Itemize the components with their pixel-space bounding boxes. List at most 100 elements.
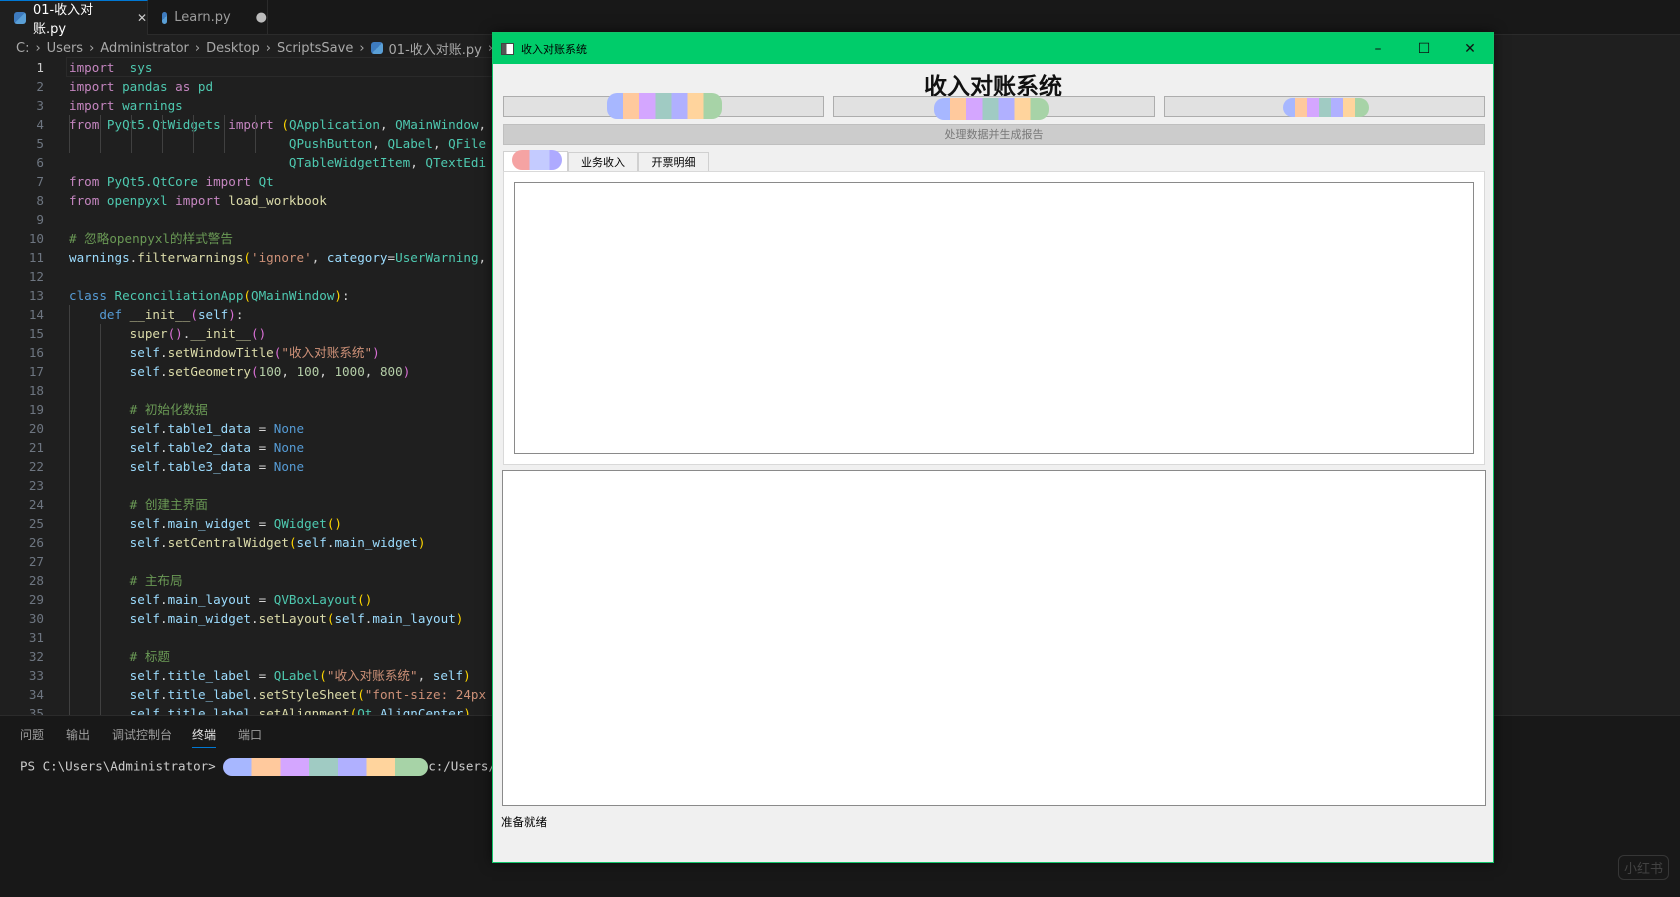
log-text-edit[interactable] <box>502 470 1486 806</box>
line-number: 20 <box>28 421 44 436</box>
code-token: "font-size: 24px <box>364 687 487 702</box>
breadcrumb-item[interactable]: 01-收入对账.py <box>389 39 482 58</box>
code-token: "收入对账系统" <box>281 345 373 360</box>
load-file-button-3[interactable] <box>1164 96 1485 117</box>
code-line[interactable]: from openpyxl import load_workbook <box>69 191 327 210</box>
process-report-button[interactable]: 处理数据并生成报告 <box>503 124 1485 145</box>
code-token: , <box>364 364 380 379</box>
code-line[interactable]: # 标题 <box>69 647 170 666</box>
breadcrumb-item[interactable]: Administrator <box>100 41 189 56</box>
code-line[interactable]: self.main_widget.setLayout(self.main_lay… <box>69 609 464 628</box>
unsaved-dot-icon[interactable]: ● <box>256 10 267 25</box>
code-token: : <box>235 307 244 322</box>
code-token: __init__ <box>190 326 252 341</box>
code-line[interactable]: self.table3_data = None <box>69 457 304 476</box>
code-token: : <box>342 288 350 303</box>
maximize-button[interactable]: ☐ <box>1401 33 1447 64</box>
line-number: 2 <box>36 79 44 94</box>
panel-tab[interactable]: 输出 <box>66 726 90 748</box>
code-token: main_layout <box>167 592 252 607</box>
code-token: () <box>326 516 343 531</box>
code-token: = <box>251 668 274 683</box>
code-token: self <box>129 592 161 607</box>
code-line[interactable]: self.title_label.setStyleSheet("font-siz… <box>69 685 486 704</box>
code-editor[interactable]: 1 import sys 2 import pandas as pd 3 import w… <box>0 57 492 715</box>
code-line[interactable]: # 主布局 <box>69 571 183 590</box>
code-line[interactable]: self.setCentralWidget(self.main_widget) <box>69 533 426 552</box>
code-line[interactable]: # 忽略openpyxl的样式警告 <box>69 229 233 248</box>
line-number: 21 <box>28 440 44 455</box>
code-line[interactable]: self.title_label.setAlignment(Qt.AlignCe… <box>69 704 471 715</box>
data-table[interactable] <box>514 182 1474 454</box>
editor-tab-learn[interactable]: Learn.py ● <box>148 0 268 35</box>
code-line[interactable]: QTableWidgetItem, QTextEdi <box>69 153 486 172</box>
code-token: self <box>432 668 464 683</box>
code-token: setWindowTitle <box>167 345 274 360</box>
close-icon[interactable]: ✕ <box>137 11 147 25</box>
code-line[interactable]: self.table1_data = None <box>69 419 304 438</box>
breadcrumb-item[interactable]: C: <box>16 41 29 56</box>
code-line[interactable]: # 创建主界面 <box>69 495 208 514</box>
code-line[interactable]: self.main_widget = QWidget() <box>69 514 342 533</box>
close-button[interactable]: ✕ <box>1447 33 1493 64</box>
tab-invoice-details[interactable]: 开票明细 <box>638 152 709 172</box>
code-line[interactable]: self.table2_data = None <box>69 438 304 457</box>
editor-tab-active[interactable]: 01-收入对账.py ✕ <box>0 0 148 37</box>
code-line[interactable]: self.main_layout = QVBoxLayout() <box>69 590 373 609</box>
breadcrumb-item[interactable]: Desktop <box>206 41 260 56</box>
line-number: 9 <box>36 212 44 227</box>
tab-label: Learn.py <box>174 10 231 25</box>
terminal-prompt: PS C:\Users\Administrator> <box>20 758 224 774</box>
code-token: . <box>251 687 259 702</box>
redacted-blob <box>512 150 562 170</box>
code-token: main_widget <box>334 535 418 550</box>
indent-guide <box>100 115 101 153</box>
code-token: , <box>379 117 396 132</box>
load-file-button-2[interactable] <box>833 96 1155 120</box>
code-line[interactable]: warnings.filterwarnings('ignore', catego… <box>69 248 486 267</box>
line-number: 18 <box>28 383 44 398</box>
code-line[interactable]: class ReconciliationApp(QMainWindow): <box>69 286 350 305</box>
code-token: () <box>357 592 373 607</box>
code-line[interactable]: import pandas as pd <box>69 77 213 96</box>
panel-tab[interactable]: 调试控制台 <box>112 726 172 748</box>
panel-tab[interactable]: 终端 <box>192 726 217 748</box>
minimize-button[interactable]: – <box>1355 33 1401 64</box>
code-line[interactable]: def __init__(self): <box>69 305 243 324</box>
panel-tab[interactable]: 端口 <box>238 726 262 748</box>
breadcrumb-item[interactable]: Users <box>47 41 83 56</box>
code-token: PyQt5.QtCore <box>99 174 198 189</box>
panel-tab[interactable]: 问题 <box>20 726 44 748</box>
code-token: self <box>129 459 161 474</box>
indent-guide <box>131 115 132 153</box>
code-token: from <box>69 117 100 132</box>
code-token: self <box>129 516 161 531</box>
line-number: 7 <box>36 174 44 189</box>
code-line[interactable]: from PyQt5.QtCore import Qt <box>69 172 274 191</box>
code-token: as <box>167 79 191 94</box>
code-token: import <box>69 79 115 94</box>
code-line[interactable]: self.setGeometry(100, 100, 1000, 800) <box>69 362 411 381</box>
code-token: table1_data <box>167 421 252 436</box>
breadcrumb-item[interactable]: ScriptsSave <box>277 41 353 56</box>
code-line[interactable]: super().__init__() <box>69 324 267 343</box>
code-line[interactable]: import warnings <box>69 96 183 115</box>
line-number: 15 <box>28 326 44 341</box>
window-titlebar[interactable]: 收入对账系统 – ☐ ✕ <box>493 33 1493 64</box>
code-line[interactable]: self.title_label = QLabel("收入对账系统", self… <box>69 666 471 685</box>
code-token: load_workbook <box>220 193 327 208</box>
line-number: 31 <box>28 630 44 645</box>
code-token: None <box>273 459 305 474</box>
tab-redacted[interactable] <box>503 150 568 172</box>
tab-business-income[interactable]: 业务收入 <box>568 152 638 172</box>
terminal-output[interactable]: PS C:\Users\Administrator> c:/Users/A <box>20 758 503 776</box>
code-token: import <box>197 174 252 189</box>
code-token: = <box>251 592 274 607</box>
code-line[interactable]: # 初始化数据 <box>69 400 208 419</box>
code-line[interactable]: self.setWindowTitle("收入对账系统") <box>69 343 380 362</box>
chevron-right-icon: › <box>265 40 271 56</box>
code-token: setCentralWidget <box>167 535 289 550</box>
code-token: = <box>251 516 274 531</box>
load-file-button-1[interactable] <box>503 93 824 119</box>
line-number: 35 <box>28 706 44 715</box>
